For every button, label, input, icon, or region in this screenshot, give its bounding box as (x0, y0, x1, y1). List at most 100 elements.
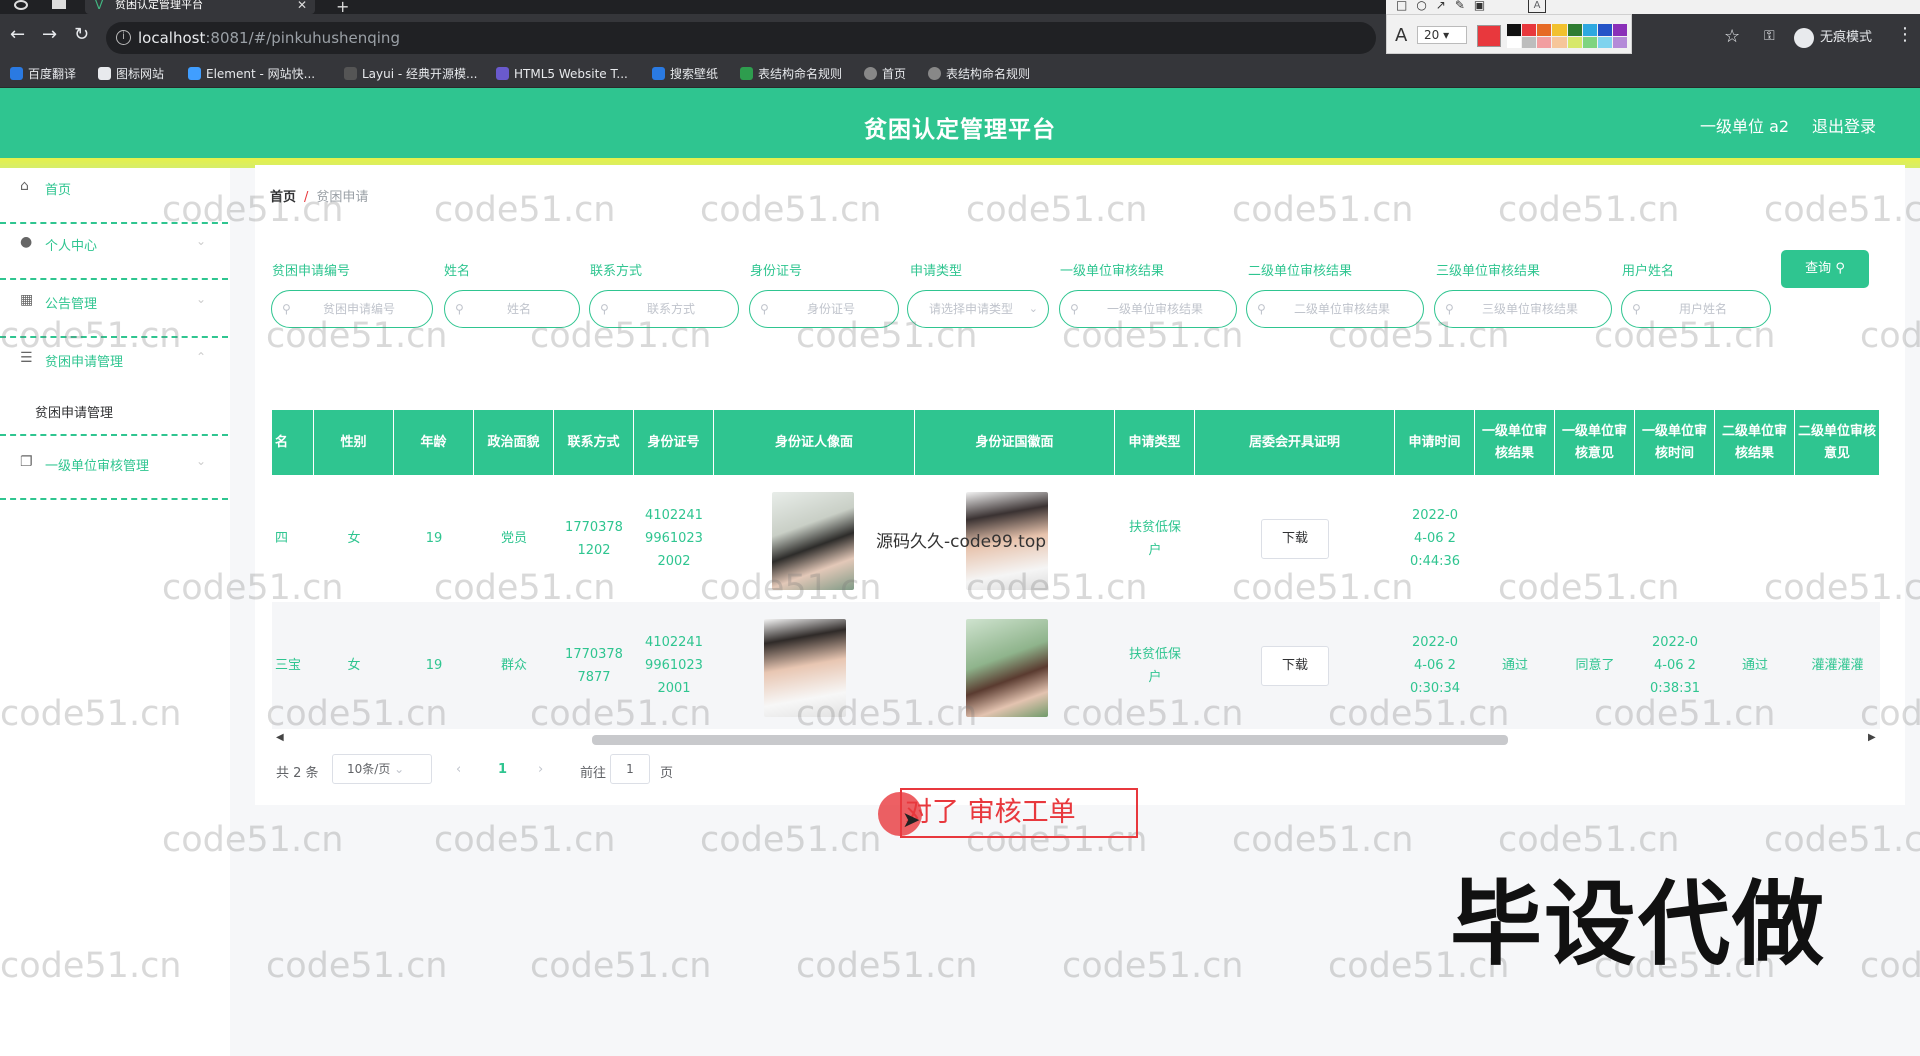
cell-phone: 17703787877 (565, 646, 623, 685)
logout-link[interactable]: 退出登录 (1812, 113, 1876, 137)
level3-result-input[interactable]: ⚲ 三级单位审核结果 (1434, 290, 1612, 328)
color-swatch[interactable] (1567, 24, 1582, 36)
prev-page-icon[interactable]: ‹ (456, 762, 461, 777)
idcard-back-photo[interactable] (966, 619, 1048, 717)
sidebar-item-level1-review[interactable]: ❐ 一级单位审核管理 ⌄ (0, 454, 228, 500)
sidebar-item-profile[interactable]: ● 个人中心 ⌄ (0, 234, 228, 280)
bookmark-item[interactable]: HTML5 Website T... (496, 66, 628, 82)
url-input[interactable]: i localhost:8081/#/pinkuhushenqing (106, 22, 1376, 54)
submenu-poverty-manage[interactable]: 贫困申请管理 (35, 402, 113, 421)
color-swatch[interactable] (1582, 24, 1597, 36)
idcard-front-photo[interactable] (772, 492, 854, 590)
copy-icon: ❐ (20, 454, 33, 470)
site-watermark: code51.cn (266, 946, 448, 986)
color-swatch[interactable] (1537, 24, 1552, 36)
table-horizontal-scrollbar[interactable]: ◀ ▶ (272, 732, 1880, 746)
bookmark-item[interactable]: Element - 网站快... (188, 66, 315, 82)
color-swatch[interactable] (1552, 36, 1567, 48)
bookmark-label: 百度翻译 (28, 67, 77, 81)
site-watermark: code51.cn (434, 820, 616, 860)
color-swatch[interactable] (1567, 36, 1582, 48)
search-icon: ⚲ (1257, 302, 1266, 316)
color-swatch[interactable] (1597, 24, 1612, 36)
browser-tab[interactable]: V 贫困认定管理平台 (85, 0, 315, 14)
sidebar-item-notice[interactable]: ▦ 公告管理 ⌄ (0, 292, 228, 338)
back-icon[interactable]: ← (10, 26, 25, 44)
level1-result-input[interactable]: ⚲ 一级单位审核结果 (1059, 290, 1237, 328)
sidebar-item-home[interactable]: ⌂ 首页 (0, 178, 228, 224)
color-swatch[interactable] (1507, 24, 1522, 36)
name-input[interactable]: ⚲ 姓名 (444, 290, 580, 328)
breadcrumb-home[interactable]: 首页 (270, 190, 296, 205)
cell-apply-type: 扶贫低保户 (1128, 519, 1181, 558)
color-swatch[interactable] (1507, 36, 1522, 48)
next-page-icon[interactable]: › (538, 762, 543, 777)
window-menu-icon[interactable] (14, 0, 28, 10)
translate-icon (10, 67, 23, 80)
tab-close-icon[interactable]: ✕ (297, 0, 307, 12)
phone-input[interactable]: ⚲ 联系方式 (589, 290, 739, 328)
bookmark-item[interactable]: 搜索壁纸 (652, 66, 718, 82)
color-palette[interactable] (1507, 24, 1627, 48)
bookmark-item[interactable]: Layui - 经典开源模... (344, 66, 477, 82)
page-number-current[interactable]: 1 (498, 762, 507, 777)
incognito-badge[interactable]: 无痕模式 (1794, 26, 1872, 48)
download-button[interactable]: 下载 (1261, 646, 1329, 686)
color-swatch[interactable] (1537, 36, 1552, 48)
input-placeholder: 一级单位审核结果 (1106, 302, 1203, 316)
sliders-icon: ☰ (20, 350, 33, 366)
text-tool-icon[interactable]: A (1528, 0, 1546, 13)
cell-apply-time: 2022-04-06 20:30:34 (1409, 635, 1461, 696)
column-header: 性别 (314, 410, 394, 475)
bookmark-item[interactable]: 图标网站 (98, 66, 164, 82)
annotation-textbox[interactable]: 对了 审核工单 (900, 788, 1138, 838)
level2-result-input[interactable]: ⚲ 二级单位审核结果 (1246, 290, 1424, 328)
cell-level2-result (1715, 475, 1795, 602)
key-icon[interactable]: ⚿ (1764, 28, 1775, 44)
scrollbar-thumb[interactable] (592, 735, 1508, 745)
annotation-tools-icon[interactable]: □○↗✎▣ (1396, 0, 1494, 12)
current-color-swatch[interactable] (1477, 25, 1501, 47)
site-info-icon[interactable]: i (116, 30, 131, 45)
font-size-value: 20 (1424, 28, 1440, 42)
forward-icon[interactable]: → (42, 26, 57, 44)
select-placeholder: 请选择申请类型 (928, 302, 1013, 316)
color-swatch[interactable] (1522, 24, 1537, 36)
cell-level2-opinion (1795, 475, 1880, 602)
scroll-right-icon[interactable]: ▶ (1868, 732, 1876, 743)
color-swatch[interactable] (1582, 36, 1597, 48)
font-size-select[interactable]: 20 ▾ (1417, 26, 1467, 44)
idcard-front-photo[interactable] (764, 619, 846, 717)
reload-icon[interactable]: ↻ (74, 26, 89, 44)
color-swatch[interactable] (1612, 36, 1627, 48)
more-menu-icon[interactable]: ⋮ (1896, 24, 1914, 45)
bookmark-item[interactable]: 表结构命名规则 (928, 66, 1030, 82)
query-button[interactable]: 查询 ⚲ (1781, 250, 1869, 288)
color-swatch[interactable] (1612, 24, 1627, 36)
site-watermark: code51.cn (700, 820, 882, 860)
page-size-select[interactable]: 10条/页 ⌄ (332, 754, 432, 784)
color-swatch[interactable] (1522, 36, 1537, 48)
bookmark-item[interactable]: 表结构命名规则 (740, 66, 842, 82)
sidebar-item-poverty[interactable]: ☰ 贫困申请管理 ⌃ (0, 350, 228, 390)
bookmark-star-icon[interactable]: ☆ (1724, 26, 1740, 47)
bookmark-label: 搜索壁纸 (670, 67, 719, 81)
apply-no-input[interactable]: ⚲ 贫困申请编号 (271, 290, 433, 328)
promo-caption: 毕设代做 (1450, 871, 1827, 978)
scroll-left-icon[interactable]: ◀ (276, 732, 284, 743)
goto-page-input[interactable]: 1 (610, 754, 650, 784)
idcard-input[interactable]: ⚲ 身份证号 (749, 290, 899, 328)
globe-icon (928, 67, 941, 80)
bookmark-item[interactable]: 首页 (864, 66, 906, 82)
username-input[interactable]: ⚲ 用户姓名 (1621, 290, 1771, 328)
color-swatch[interactable] (1552, 24, 1567, 36)
apply-type-select[interactable]: 请选择申请类型 ⌄ (907, 290, 1049, 328)
color-swatch[interactable] (1597, 36, 1612, 48)
current-user: 一级单位 a2 (1700, 117, 1790, 136)
bookmark-item[interactable]: 百度翻译 (10, 66, 76, 82)
download-button[interactable]: 下载 (1261, 519, 1329, 559)
tab-search-icon[interactable] (52, 0, 66, 9)
site-watermark: code51.cn (530, 946, 712, 986)
sidebar-item-label: 贫困申请管理 (45, 355, 124, 370)
page-size-value: 10条/页 (347, 762, 391, 776)
